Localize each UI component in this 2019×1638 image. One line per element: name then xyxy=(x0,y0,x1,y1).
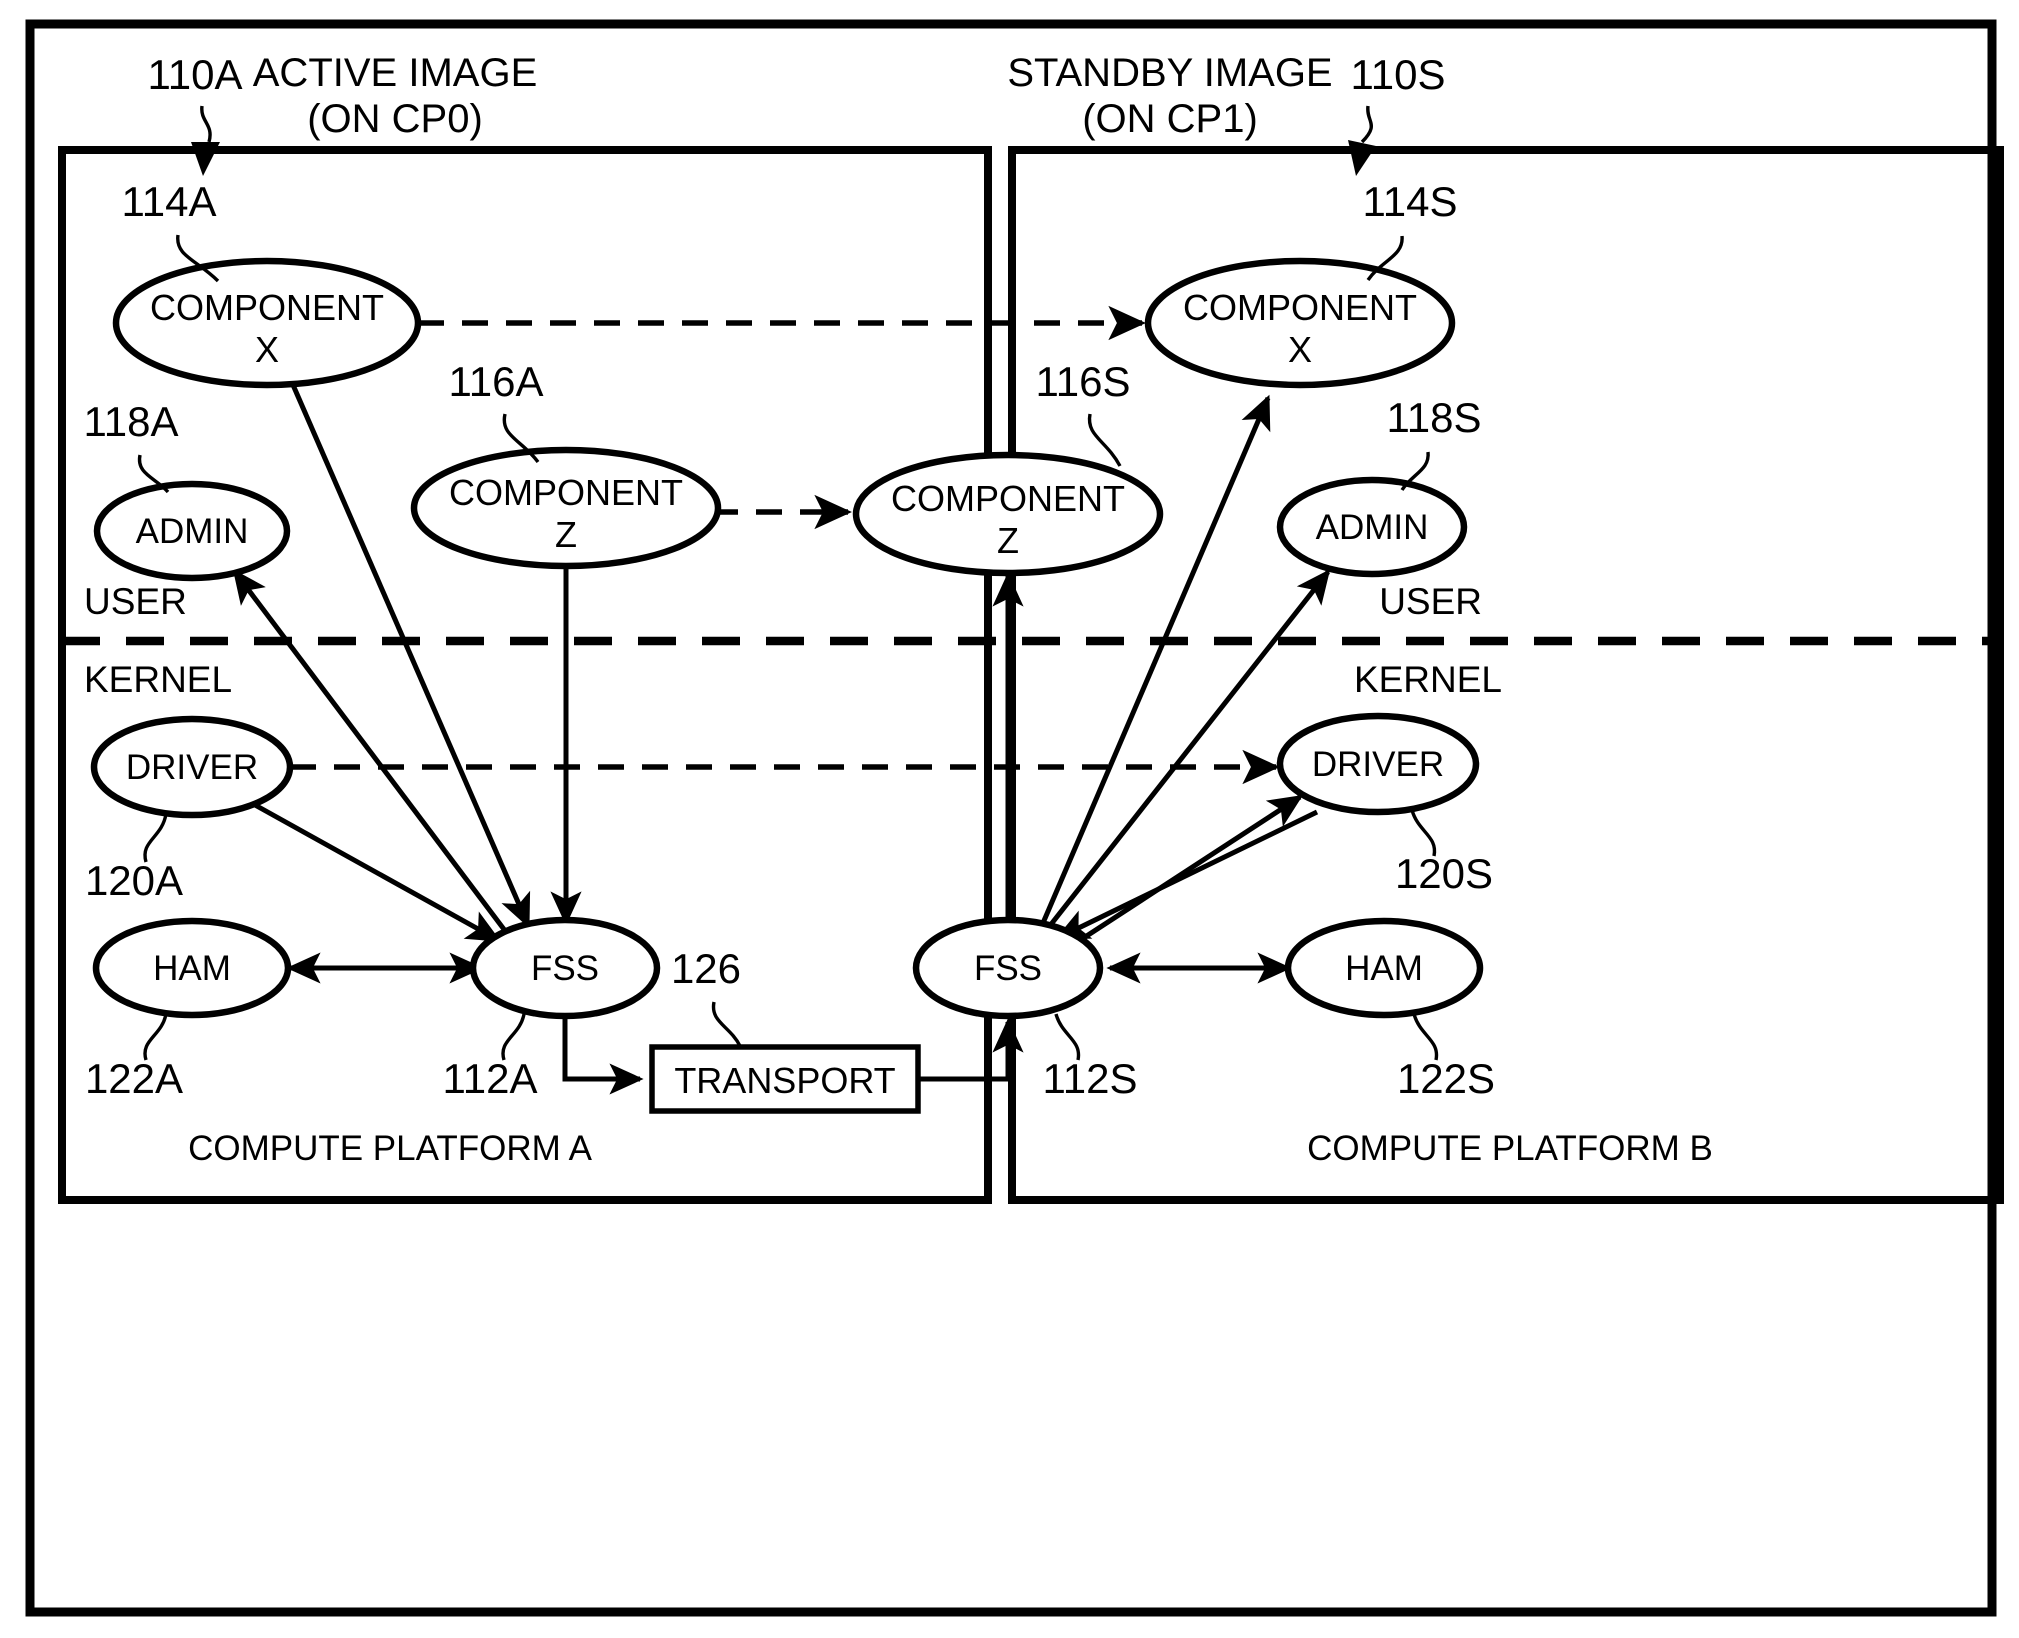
node-component-x-standby[interactable]: COMPONENT X xyxy=(1144,257,1456,389)
leader-116S xyxy=(1087,413,1122,467)
leader-112A xyxy=(501,1013,526,1061)
ref-114S: 114S xyxy=(1363,178,1458,225)
component-z-standby-label-line2: Z xyxy=(997,520,1019,561)
ref-122A: 122A xyxy=(85,1055,183,1102)
label-user-left: USER xyxy=(84,581,187,622)
ref-118A: 118A xyxy=(84,398,179,445)
footer-compute-platform-b: COMPUTE PLATFORM B xyxy=(1307,1129,1713,1168)
component-x-active-label-line1: COMPONENT xyxy=(150,287,384,328)
ref-116A: 116A xyxy=(449,358,544,405)
ref-120S: 120S xyxy=(1395,850,1493,897)
ref-118S: 118S xyxy=(1387,394,1482,441)
leader-110A xyxy=(200,105,212,143)
component-z-standby-label-line1: COMPONENT xyxy=(891,478,1125,519)
ref-112S-group: 112S xyxy=(1043,1013,1138,1102)
ref-120S-group: 120S xyxy=(1395,809,1493,897)
leader-arrow-110S xyxy=(1348,140,1376,176)
leader-110S xyxy=(1360,105,1373,144)
ham-standby-label: HAM xyxy=(1345,949,1423,988)
leader-112S xyxy=(1054,1013,1081,1061)
ref-120A: 120A xyxy=(85,857,183,904)
standby-image-subtitle: (ON CP1) xyxy=(1082,97,1258,141)
component-z-active-label-line1: COMPONENT xyxy=(449,472,683,513)
fss-active-label: FSS xyxy=(531,949,599,988)
footer-compute-platform-a: COMPUTE PLATFORM A xyxy=(188,1129,592,1168)
label-user-right: USER xyxy=(1379,581,1482,622)
ref-126: 126 xyxy=(671,945,741,992)
ref-114A: 114A xyxy=(122,178,217,225)
node-component-z-standby[interactable]: COMPONENT Z xyxy=(852,451,1164,577)
node-driver-standby[interactable]: DRIVER xyxy=(1276,712,1480,816)
link-fss-a-to-transport xyxy=(562,1010,644,1095)
driver-standby-label: DRIVER xyxy=(1312,745,1444,784)
node-ham-standby[interactable]: HAM xyxy=(1284,917,1484,1019)
ref-118A-group: 118A xyxy=(84,398,179,494)
active-image-title: ACTIVE IMAGE xyxy=(253,51,538,95)
diagram-canvas: 110A ACTIVE IMAGE (ON CP0) STANDBY IMAGE… xyxy=(0,0,2019,1638)
node-fss-standby[interactable]: FSS xyxy=(912,916,1104,1020)
component-x-standby-label-line2: X xyxy=(1288,329,1312,370)
node-admin-active[interactable]: ADMIN xyxy=(93,480,291,582)
node-fss-active[interactable]: FSS xyxy=(469,916,661,1020)
ref-112A: 112A xyxy=(443,1055,538,1102)
node-component-x-active[interactable]: COMPONENT X xyxy=(112,257,422,389)
node-transport[interactable]: TRANSPORT xyxy=(649,1044,921,1114)
active-image-subtitle: (ON CP0) xyxy=(307,97,483,141)
ref-122S: 122S xyxy=(1397,1055,1495,1102)
admin-standby-label: ADMIN xyxy=(1316,508,1429,547)
node-ham-active[interactable]: HAM xyxy=(92,917,292,1019)
component-z-active-label-line2: Z xyxy=(555,514,577,555)
ref-110S: 110S xyxy=(1351,51,1446,98)
ref-114S-group: 114S xyxy=(1363,178,1458,282)
label-kernel-right: KERNEL xyxy=(1354,659,1502,700)
link-driver-s-to-fss-s xyxy=(1054,809,1319,941)
admin-active-label: ADMIN xyxy=(136,512,249,551)
component-x-active-label-line2: X xyxy=(255,329,279,370)
ref-112A-group: 112A xyxy=(443,1013,538,1102)
leader-126 xyxy=(711,1001,742,1047)
ref-118S-group: 118S xyxy=(1387,394,1482,491)
leader-120A xyxy=(143,813,168,863)
header-left: 110A ACTIVE IMAGE (ON CP0) xyxy=(148,51,538,176)
link-fss-s-to-driver-s xyxy=(1060,794,1304,955)
transport-label: TRANSPORT xyxy=(674,1060,895,1101)
driver-active-label: DRIVER xyxy=(126,748,258,787)
ref-122S-group: 122S xyxy=(1397,1013,1495,1102)
ref-120A-group: 120A xyxy=(85,813,183,904)
label-kernel-left: KERNEL xyxy=(84,659,232,700)
component-x-standby-label-line1: COMPONENT xyxy=(1183,287,1417,328)
standby-image-title: STANDBY IMAGE xyxy=(1007,51,1332,95)
node-component-z-active[interactable]: COMPONENT Z xyxy=(410,446,722,570)
node-admin-standby[interactable]: ADMIN xyxy=(1276,476,1468,578)
ref-126-group: 126 xyxy=(671,945,742,1047)
ref-122A-group: 122A xyxy=(85,1013,183,1102)
node-driver-active[interactable]: DRIVER xyxy=(90,715,294,819)
ref-116A-group: 116A xyxy=(449,358,544,464)
ham-active-label: HAM xyxy=(153,949,231,988)
ref-116S-group: 116S xyxy=(1036,358,1131,467)
patent-figure-root: 110A ACTIVE IMAGE (ON CP0) STANDBY IMAGE… xyxy=(0,0,2019,1638)
link-transport-to-fss-s xyxy=(918,1018,1024,1082)
ref-110A: 110A xyxy=(148,51,243,98)
ref-112S: 112S xyxy=(1043,1055,1138,1102)
fss-standby-label: FSS xyxy=(974,949,1042,988)
ref-116S: 116S xyxy=(1036,358,1131,405)
header-right: STANDBY IMAGE (ON CP1) 110S xyxy=(1007,51,1445,176)
leader-122S xyxy=(1412,1013,1439,1061)
leader-122A xyxy=(143,1013,168,1061)
